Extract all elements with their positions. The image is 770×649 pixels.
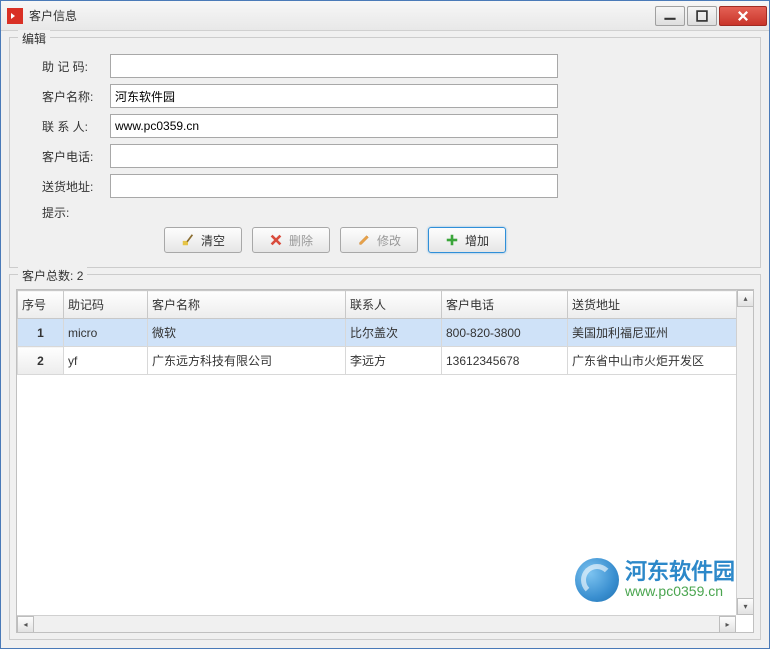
watermark: 河东软件园 www.pc0359.cn [575,558,735,602]
titlebar[interactable]: 客户信息 [1,1,769,31]
delete-button-label: 删除 [289,232,313,249]
modify-button[interactable]: 修改 [340,227,418,253]
brush-icon [181,233,195,247]
horizontal-scrollbar[interactable]: ◂ ▸ [17,615,736,632]
contact-label: 联 系 人: [42,118,110,135]
col-rownum[interactable]: 序号 [18,291,64,319]
cell-mnemonic: yf [64,347,148,375]
address-label: 送货地址: [42,178,110,195]
watermark-url: www.pc0359.cn [625,583,735,599]
pencil-icon [357,233,371,247]
col-mnemonic[interactable]: 助记码 [64,291,148,319]
client-area: 编辑 助 记 码: 客户名称: 联 系 人: 客户电话: 送货地址: [1,31,769,648]
minimize-button[interactable] [655,6,685,26]
col-phone[interactable]: 客户电话 [442,291,568,319]
add-button[interactable]: 增加 [428,227,506,253]
address-input[interactable] [110,174,558,198]
customer-table-wrap: 序号 助记码 客户名称 联系人 客户电话 送货地址 1 micro 微软 [16,289,754,633]
window-title: 客户信息 [29,7,655,24]
cell-address: 广东省中山市火炬开发区 [568,347,753,375]
cell-phone: 800-820-3800 [442,319,568,347]
col-name[interactable]: 客户名称 [148,291,346,319]
delete-x-icon [269,233,283,247]
customer-count-label: 客户总数: [22,269,73,283]
maximize-button[interactable] [687,6,717,26]
plus-icon [445,233,459,247]
cell-contact: 李远方 [346,347,442,375]
modify-button-label: 修改 [377,232,401,249]
cell-contact: 比尔盖次 [346,319,442,347]
list-group-title: 客户总数: 2 [18,267,87,284]
mnemonic-input[interactable] [110,54,558,78]
table-row[interactable]: 1 micro 微软 比尔盖次 800-820-3800 美国加利福尼亚州 [18,319,753,347]
app-icon [7,8,23,24]
add-button-label: 增加 [465,232,489,249]
edit-group-title: 编辑 [18,30,50,47]
mnemonic-label: 助 记 码: [42,58,110,75]
clear-button-label: 清空 [201,232,225,249]
scroll-right-button[interactable]: ▸ [719,616,736,633]
hint-label: 提示: [42,204,110,221]
col-address[interactable]: 送货地址 [568,291,753,319]
contact-input[interactable] [110,114,558,138]
table-row[interactable]: 2 yf 广东远方科技有限公司 李远方 13612345678 广东省中山市火炬… [18,347,753,375]
cell-rownum: 1 [18,319,64,347]
edit-group: 编辑 助 记 码: 客户名称: 联 系 人: 客户电话: 送货地址: [9,37,761,268]
watermark-logo-icon [575,558,619,602]
customer-name-input[interactable] [110,84,558,108]
scroll-up-button[interactable]: ▴ [737,290,754,307]
cell-phone: 13612345678 [442,347,568,375]
vertical-scrollbar[interactable]: ▴ ▾ [736,290,753,615]
clear-button[interactable]: 清空 [164,227,242,253]
cell-mnemonic: micro [64,319,148,347]
scroll-left-button[interactable]: ◂ [17,616,34,633]
cell-name: 微软 [148,319,346,347]
customer-info-window: 客户信息 编辑 助 记 码: 客户名称: [0,0,770,649]
phone-label: 客户电话: [42,148,110,165]
col-contact[interactable]: 联系人 [346,291,442,319]
delete-button[interactable]: 删除 [252,227,330,253]
cell-rownum: 2 [18,347,64,375]
table-header-row: 序号 助记码 客户名称 联系人 客户电话 送货地址 [18,291,753,319]
close-button[interactable] [719,6,767,26]
phone-input[interactable] [110,144,558,168]
customer-table[interactable]: 序号 助记码 客户名称 联系人 客户电话 送货地址 1 micro 微软 [17,290,753,375]
scroll-down-button[interactable]: ▾ [737,598,754,615]
list-group: 客户总数: 2 序号 助记码 客户名称 联系人 客户 [9,274,761,640]
cell-address: 美国加利福尼亚州 [568,319,753,347]
watermark-text: 河东软件园 [625,561,735,583]
customer-count-value: 2 [77,269,84,283]
customer-name-label: 客户名称: [42,88,110,105]
cell-name: 广东远方科技有限公司 [148,347,346,375]
